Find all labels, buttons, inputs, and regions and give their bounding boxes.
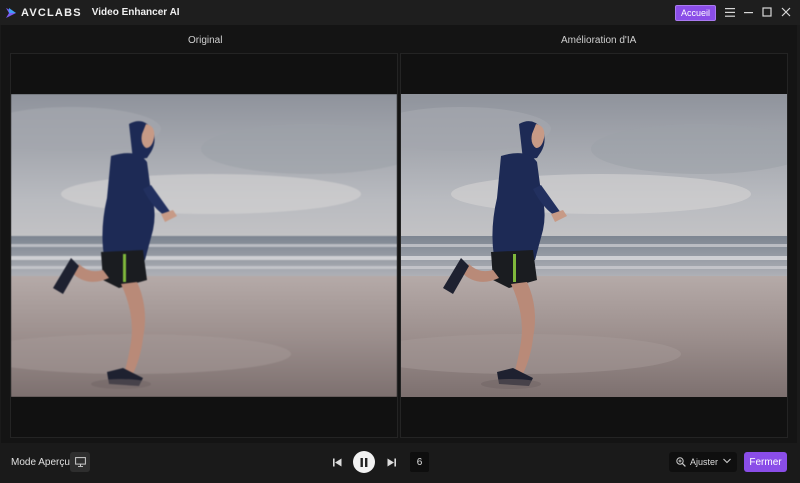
preview-mode-button[interactable] bbox=[70, 452, 90, 472]
close-preview-button[interactable]: Fermer bbox=[744, 452, 787, 472]
logo-text: AVCLABS bbox=[21, 6, 82, 19]
pause-button[interactable] bbox=[353, 451, 375, 473]
home-button[interactable]: Accueil bbox=[675, 5, 717, 21]
close-icon[interactable] bbox=[779, 5, 793, 19]
monitor-icon bbox=[74, 457, 86, 467]
skip-previous-button[interactable] bbox=[330, 455, 344, 469]
zoom-select[interactable]: Ajuster bbox=[669, 452, 737, 472]
original-video-frame bbox=[11, 94, 397, 397]
skip-previous-icon bbox=[332, 458, 341, 466]
app-name: Video Enhancer AI bbox=[91, 7, 180, 18]
preview-mode-label: Mode Aperçu bbox=[11, 457, 70, 468]
original-pane bbox=[10, 53, 398, 438]
ai-enhanced-label: Amélioration d'IA bbox=[561, 35, 637, 46]
control-bar: Mode Aperçu 6 Ajuster Fermer bbox=[0, 443, 800, 483]
skip-next-icon bbox=[387, 458, 396, 466]
minimize-icon[interactable] bbox=[742, 5, 756, 19]
pause-icon bbox=[360, 457, 368, 467]
enhanced-video-frame bbox=[401, 94, 787, 397]
chevron-down-icon bbox=[723, 458, 731, 464]
app-logo: AVCLABS bbox=[5, 7, 82, 19]
zoom-label: Ajuster bbox=[690, 457, 719, 467]
frame-step-field[interactable]: 6 bbox=[410, 452, 429, 472]
skip-next-button[interactable] bbox=[384, 455, 398, 469]
zoom-in-icon bbox=[676, 457, 686, 467]
original-label: Original bbox=[188, 35, 223, 46]
menu-icon[interactable] bbox=[723, 5, 737, 19]
logo-icon bbox=[6, 7, 16, 18]
enhanced-pane bbox=[400, 53, 788, 438]
preview-area: Original Amélioration d'IA bbox=[1, 25, 797, 443]
maximize-icon[interactable] bbox=[760, 5, 774, 19]
title-bar: AVCLABS Video Enhancer AI Accueil bbox=[0, 0, 800, 25]
